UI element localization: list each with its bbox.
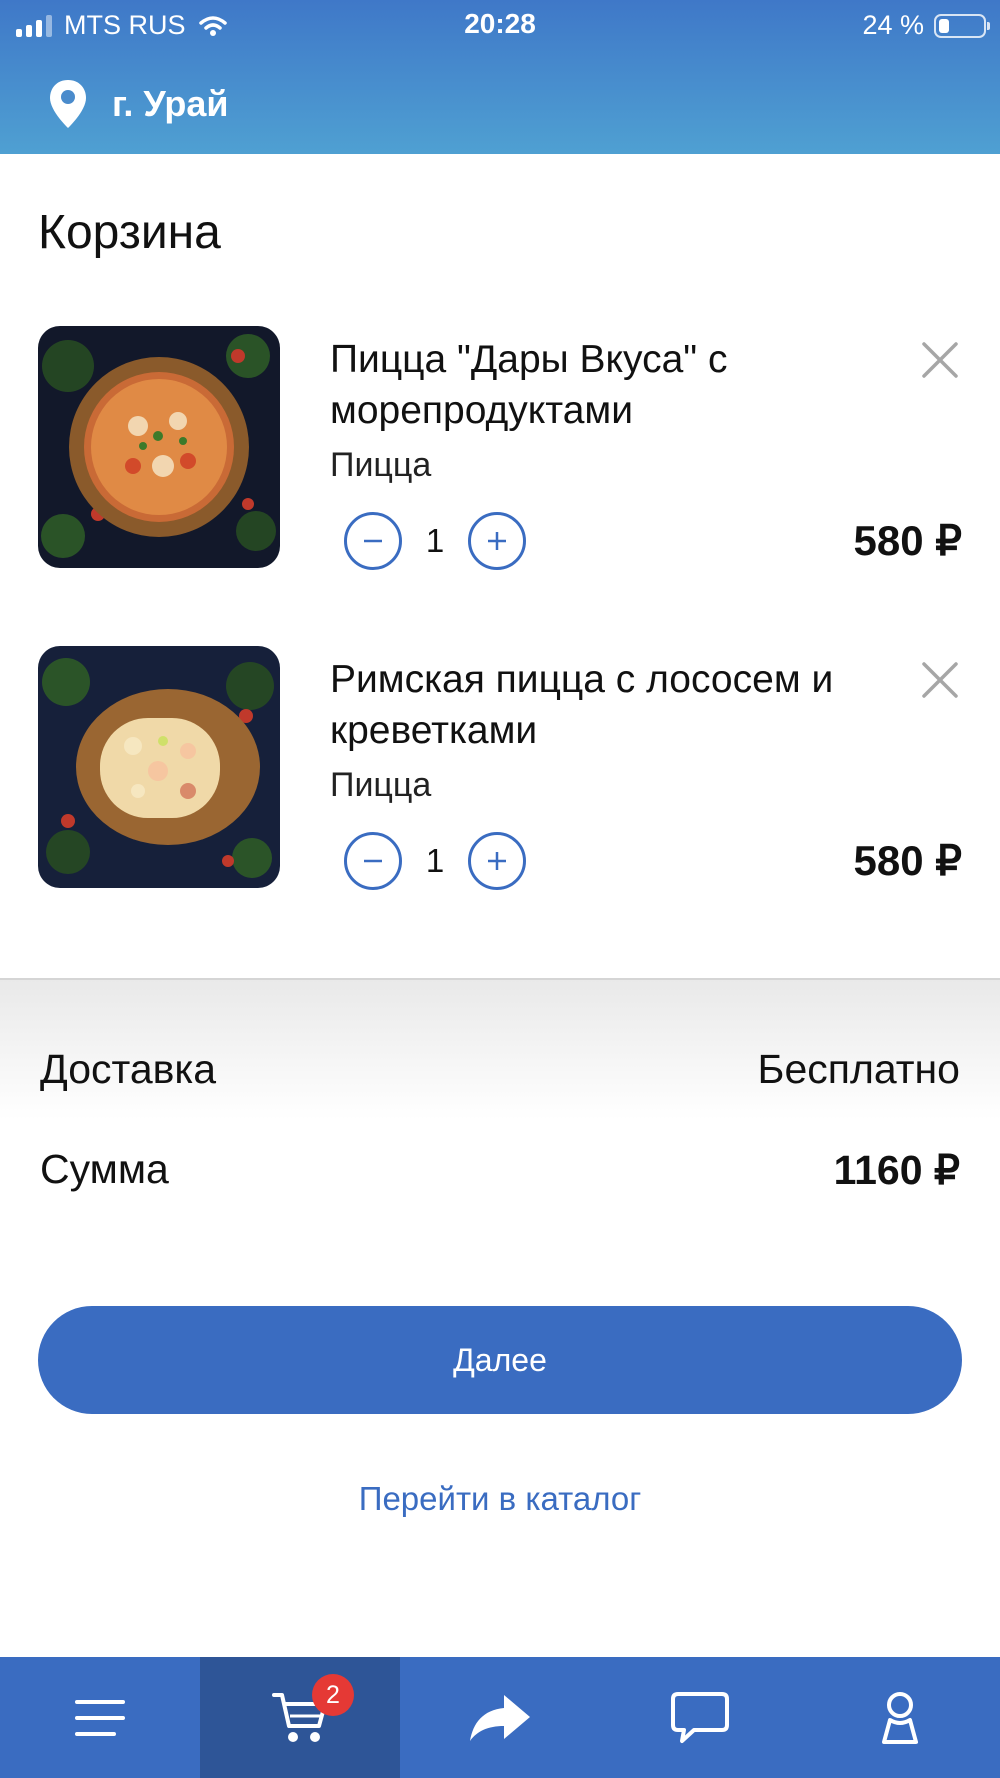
decrease-quantity-button[interactable] [344, 512, 402, 570]
increase-quantity-button[interactable] [468, 512, 526, 570]
product-category: Пицца [330, 766, 432, 804]
tab-share[interactable] [400, 1657, 600, 1778]
tab-profile[interactable] [800, 1657, 1000, 1778]
increase-quantity-button[interactable] [468, 832, 526, 890]
plus-icon [488, 852, 506, 870]
delivery-value: Бесплатно [757, 1046, 960, 1092]
remove-item-button[interactable] [918, 658, 962, 702]
location-selector[interactable]: г. Урай [48, 78, 229, 130]
product-name[interactable]: Римская пицца с лососем и креветками [330, 654, 930, 756]
tab-menu[interactable] [0, 1657, 200, 1778]
plus-icon [488, 532, 506, 550]
chat-icon [671, 1691, 729, 1743]
quantity-stepper: 1 [344, 832, 526, 890]
city-label: г. Урай [112, 83, 229, 124]
total-value: 1160 ₽ [833, 1147, 960, 1193]
cart-item: Римская пицца с лососем и креветками Пиц… [38, 646, 962, 890]
cart-count-badge: 2 [312, 1674, 354, 1716]
item-price: 580 ₽ [853, 517, 962, 564]
decrease-quantity-button[interactable] [344, 832, 402, 890]
status-right: 24 % [862, 10, 990, 41]
go-to-catalog-link[interactable]: Перейти в каталог [0, 1480, 1000, 1518]
item-price: 580 ₽ [853, 837, 962, 884]
quantity-value: 1 [425, 842, 445, 879]
remove-item-button[interactable] [918, 338, 962, 382]
clock: 20:28 [464, 8, 536, 39]
page-title: Корзина [38, 206, 221, 259]
product-image[interactable] [38, 646, 280, 888]
share-icon [470, 1694, 530, 1741]
cart-item: Пицца "Дары Вкуса" с морепродуктами Пицц… [38, 326, 962, 570]
status-bar: MTS RUS 20:28 24 % [0, 0, 1000, 52]
minus-icon [364, 859, 382, 863]
close-icon [922, 662, 958, 698]
tab-cart[interactable]: 2 [200, 1657, 400, 1778]
bottom-tab-bar: 2 [0, 1657, 1000, 1778]
quantity-value: 1 [425, 522, 445, 559]
product-name[interactable]: Пицца "Дары Вкуса" с морепродуктами [330, 334, 930, 436]
battery-level [939, 18, 949, 33]
total-label: Сумма [40, 1146, 169, 1192]
close-icon [922, 342, 958, 378]
product-category: Пицца [330, 446, 432, 484]
delivery-label: Доставка [40, 1046, 217, 1092]
battery-percent: 24 % [862, 10, 924, 40]
user-icon [882, 1691, 918, 1744]
battery-icon [934, 13, 990, 38]
menu-icon [75, 1699, 125, 1736]
minus-icon [364, 539, 382, 543]
app-header: MTS RUS 20:28 24 % г. Урай [0, 0, 1000, 154]
quantity-stepper: 1 [344, 512, 526, 570]
tab-chat[interactable] [600, 1657, 800, 1778]
next-button[interactable]: Далее [38, 1306, 962, 1414]
map-pin-icon [50, 80, 86, 128]
product-image[interactable] [38, 326, 280, 568]
